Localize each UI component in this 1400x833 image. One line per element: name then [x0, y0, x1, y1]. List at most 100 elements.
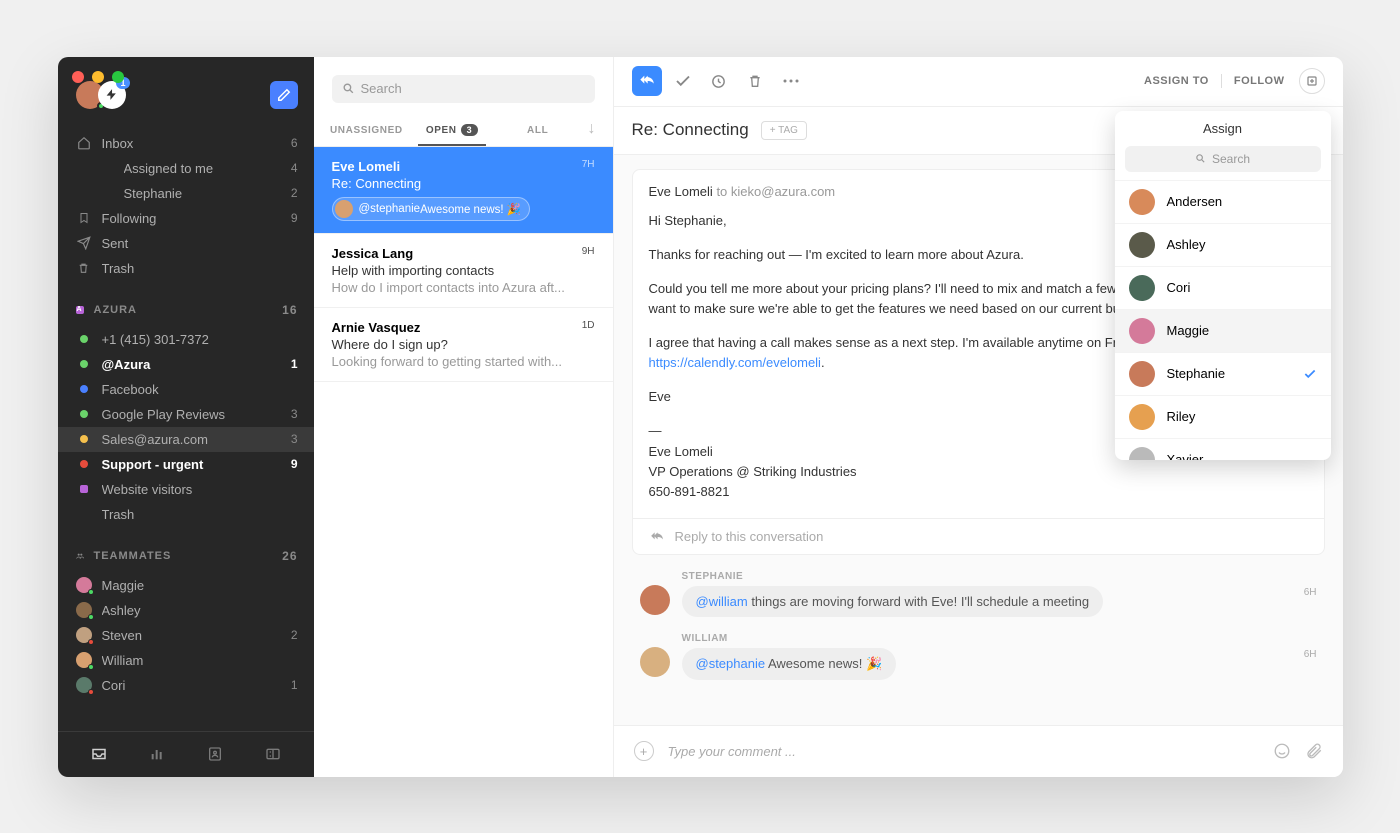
person-avatar	[1129, 361, 1155, 387]
assign-to-button[interactable]: ASSIGN TO	[1144, 75, 1209, 87]
conversation-subject: Re: Connecting	[332, 176, 595, 191]
conversation-item[interactable]: Eve Lomeli7HRe: Connecting@stephanie Awe…	[314, 147, 613, 234]
minimize-window-icon[interactable]	[92, 71, 104, 83]
teammate-count: 1	[291, 678, 298, 692]
teammate-cori[interactable]: Cori1	[58, 673, 314, 698]
person-name: Ashley	[1167, 237, 1206, 252]
follow-button[interactable]: FOLLOW	[1234, 75, 1285, 87]
comment-mention: @stephanie	[696, 656, 766, 671]
comment-author: WILLIAM	[682, 633, 1317, 644]
conversation-list: Eve Lomeli7HRe: Connecting@stephanie Awe…	[314, 147, 613, 382]
channel-label: Support - urgent	[102, 457, 291, 472]
azura-header[interactable]: A AZURA 16	[58, 285, 314, 323]
sidebar-item-inbox[interactable]: Inbox6	[58, 131, 314, 156]
channel-count: 3	[291, 432, 298, 446]
popout-button[interactable]	[1299, 68, 1325, 94]
conversation-item[interactable]: Jessica Lang9HHelp with importing contac…	[314, 234, 613, 308]
channel--1-415-301-7372[interactable]: +1 (415) 301-7372	[58, 327, 314, 352]
person-avatar	[1129, 447, 1155, 460]
assign-person-cori[interactable]: Cori	[1115, 266, 1331, 309]
sidebar-item-assigned-to-me[interactable]: Assigned to me4	[58, 156, 314, 181]
assign-person-riley[interactable]: Riley	[1115, 395, 1331, 438]
conversation-subject: Help with importing contacts	[332, 263, 595, 278]
comment: WILLIAM@stephanie Awesome news! 🎉6H	[614, 625, 1343, 688]
channel-website-visitors[interactable]: Website visitors	[58, 477, 314, 502]
trash-button[interactable]	[740, 66, 770, 96]
sidebar-item-count: 9	[291, 211, 298, 225]
teammate-steven[interactable]: Steven2	[58, 623, 314, 648]
comment-composer[interactable]: + Type your comment ...	[614, 725, 1343, 777]
email-from: Eve Lomeli	[649, 184, 713, 199]
archive-check-button[interactable]	[668, 66, 698, 96]
teammate-ashley[interactable]: Ashley	[58, 598, 314, 623]
sort-button[interactable]: ↓	[581, 120, 603, 146]
tab-all[interactable]: ALL	[495, 125, 581, 146]
trash-icon	[76, 261, 92, 275]
sidebar-nav: Inbox6Assigned to me4Stephanie2Following…	[58, 127, 314, 285]
attachment-icon[interactable]	[1305, 742, 1323, 760]
channel-sales-azura-com[interactable]: Sales@azura.com3	[58, 427, 314, 452]
teammate-avatar	[76, 602, 92, 618]
settings-icon[interactable]	[263, 746, 283, 762]
analytics-icon[interactable]	[147, 746, 167, 762]
channel-support-urgent[interactable]: Support - urgent9	[58, 452, 314, 477]
status-dot	[80, 410, 88, 418]
sidebar-item-following[interactable]: Following9	[58, 206, 314, 231]
sidebar-item-stephanie[interactable]: Stephanie2	[58, 181, 314, 206]
sidebar-item-sent[interactable]: Sent	[58, 231, 314, 256]
teammate-william[interactable]: William	[58, 648, 314, 673]
snooze-button[interactable]	[704, 66, 734, 96]
app-window: 1 Inbox6Assigned to me4Stephanie2Followi…	[58, 57, 1343, 777]
teammate-maggie[interactable]: Maggie	[58, 573, 314, 598]
person-name: Cori	[1167, 280, 1191, 295]
more-button[interactable]	[776, 66, 806, 96]
status-dot	[80, 385, 88, 393]
tab-open-count: 3	[461, 124, 479, 136]
channel-google-play-reviews[interactable]: Google Play Reviews3	[58, 402, 314, 427]
teammates-header[interactable]: TEAMMATES 26	[58, 531, 314, 569]
contacts-icon[interactable]	[205, 746, 225, 762]
sidebar-item-label: Trash	[102, 261, 298, 276]
reply-bar[interactable]: Reply to this conversation	[633, 518, 1324, 554]
composer-add-icon[interactable]: +	[634, 741, 654, 761]
channel--azura[interactable]: @Azura1	[58, 352, 314, 377]
channel-trash[interactable]: Trash	[58, 502, 314, 527]
assign-person-stephanie[interactable]: Stephanie	[1115, 352, 1331, 395]
sidebar-item-label: Stephanie	[124, 186, 291, 201]
conversation-preview: Looking forward to getting started with.…	[332, 354, 595, 369]
person-avatar	[1129, 318, 1155, 344]
close-window-icon[interactable]	[72, 71, 84, 83]
status-dot	[80, 460, 88, 468]
comment-bubble: @william things are moving forward with …	[682, 586, 1104, 617]
assign-person-andersen[interactable]: Andersen	[1115, 180, 1331, 223]
tab-unassigned[interactable]: UNASSIGNED	[324, 125, 410, 146]
conversation-time: 1D	[582, 320, 595, 335]
emoji-icon[interactable]	[1273, 742, 1291, 760]
inbox-view-icon[interactable]	[89, 745, 109, 763]
activity-button[interactable]: 1	[98, 81, 126, 109]
assign-person-ashley[interactable]: Ashley	[1115, 223, 1331, 266]
maximize-window-icon[interactable]	[112, 71, 124, 83]
conversation-from: Jessica Lang	[332, 246, 414, 261]
popover-list: Andersen Ashley Cori MaggieStephanieRiley Xa…	[1115, 180, 1331, 460]
search-input[interactable]: Search	[332, 75, 595, 103]
conversation-item[interactable]: Arnie Vasquez1DWhere do I sign up?Lookin…	[314, 308, 613, 382]
assign-person-xavier[interactable]: Xavier	[1115, 438, 1331, 460]
calendly-link[interactable]: https://calendly.com/evelomeli	[649, 355, 821, 370]
add-tag-button[interactable]: + TAG	[761, 121, 807, 140]
compose-button[interactable]	[270, 81, 298, 109]
sidebar-scroll: Inbox6Assigned to me4Stephanie2Following…	[58, 127, 314, 731]
reply-all-button[interactable]	[632, 66, 662, 96]
sidebar-item-trash[interactable]: Trash	[58, 256, 314, 281]
assign-person-maggie[interactable]: Maggie	[1115, 309, 1331, 352]
sidebar: 1 Inbox6Assigned to me4Stephanie2Followi…	[58, 57, 314, 777]
sidebar-item-count: 2	[291, 186, 298, 200]
conversation-preview: How do I import contacts into Azura aft.…	[332, 280, 595, 295]
popover-search[interactable]: Search	[1125, 146, 1321, 172]
status-dot	[80, 360, 88, 368]
list-search-bar: Search	[314, 57, 613, 107]
person-name: Xavier	[1167, 452, 1204, 460]
tab-open[interactable]: OPEN3	[409, 125, 495, 146]
channel-facebook[interactable]: Facebook	[58, 377, 314, 402]
teammate-label: Ashley	[102, 603, 298, 618]
